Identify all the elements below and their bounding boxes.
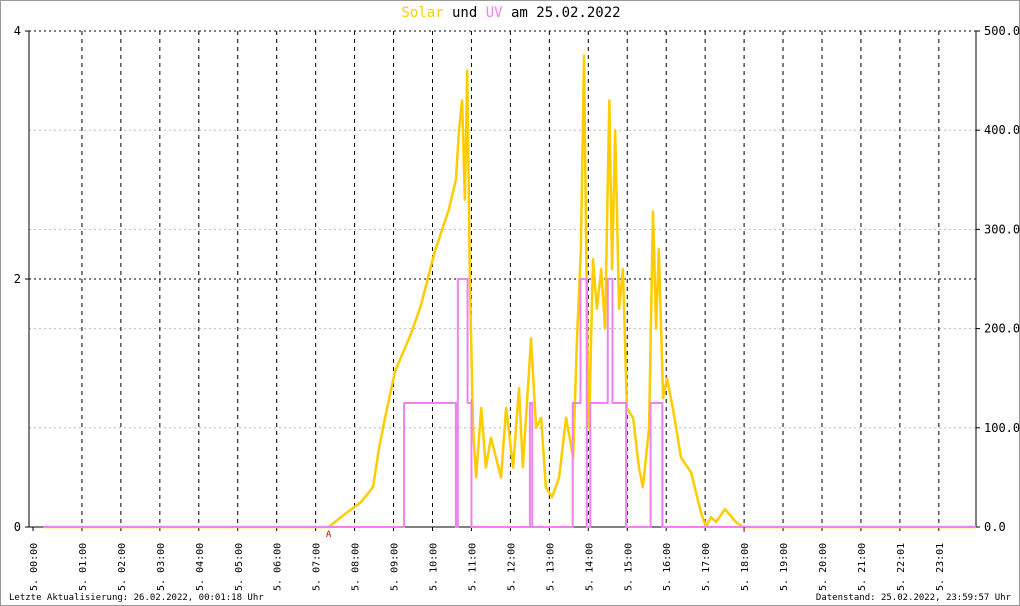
x-tick-label: 25. 16:00 [662, 543, 673, 591]
x-tick-label: 25. 14:00 [584, 543, 595, 591]
x-tick-label: 25. 04:00 [195, 543, 206, 591]
x-tick-label: 25. 22:01 [896, 543, 907, 591]
x-tick-label: 25. 09:00 [390, 543, 401, 591]
y-right-tick-label: 400.0 [984, 123, 1020, 137]
y-left-tick-label: 0 [14, 520, 21, 534]
x-tick-label: 25. 21:00 [857, 543, 868, 591]
y-right-tick-label: 500.0 [984, 24, 1020, 38]
y-left-tick-label: 4 [14, 24, 21, 38]
series-solar [43, 54, 976, 529]
chart-window: Solar und UV am 25.02.2022 25. 00:00 25. … [0, 0, 1020, 606]
x-tick-label: 25. 13:00 [545, 543, 556, 591]
y-right-tick-label: 200.0 [984, 322, 1020, 336]
x-tick-label: 25. 10:00 [429, 543, 440, 591]
x-tick-label: 25. 06:00 [273, 543, 284, 591]
x-tick-label: 25. 08:00 [351, 543, 362, 591]
y-left-tick-label: 2 [14, 272, 21, 286]
x-tick-label: 25. 19:00 [779, 543, 790, 591]
y-right-tick-label: 0.0 [984, 520, 1006, 534]
x-tick-label: 25. 23:01 [935, 543, 946, 591]
x-tick-label: 25. 02:00 [117, 543, 128, 591]
x-tick-label: 25. 03:00 [156, 543, 167, 591]
x-tick-label: 25. 18:00 [740, 543, 751, 591]
x-tick-label: 25. 20:00 [818, 543, 829, 591]
x-tick-label: 25. 01:00 [78, 543, 89, 591]
chart-svg: 25. 00:00 25. 01:00 25. 02:00 25. 03:00 25. … [14, 24, 1020, 591]
marker-label: A [326, 530, 332, 540]
x-tick-label: 25. 17:00 [701, 543, 712, 591]
last-update: Letzte Aktualisierung: 26.02.2022, 00:01… [9, 593, 264, 603]
x-tick-label: 25. 05:00 [234, 543, 245, 591]
x-tick-label: 25. 00:00 [29, 543, 40, 591]
y-right-tick-label: 300.0 [984, 222, 1020, 236]
series-uv [43, 278, 976, 528]
x-tick-label: 25. 12:00 [506, 543, 517, 591]
x-tick-label: 25. 07:00 [312, 543, 323, 591]
x-tick-label: 25. 15:00 [623, 543, 634, 591]
x-tick-label: 25. 11:00 [467, 543, 478, 591]
y-right-tick-label: 100.0 [984, 421, 1020, 435]
data-status: Datenstand: 25.02.2022, 23:59:57 Uhr [815, 593, 1011, 603]
